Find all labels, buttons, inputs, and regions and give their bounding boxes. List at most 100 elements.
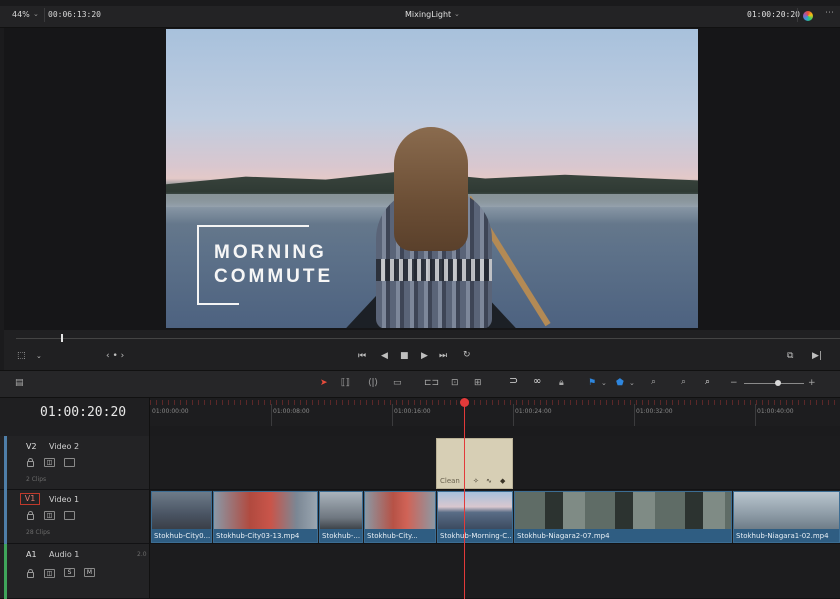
ruler-marks xyxy=(150,400,840,405)
flag-icon[interactable]: ⚑ xyxy=(588,378,596,388)
video-clip[interactable]: Stokhub-City... xyxy=(364,491,436,543)
selection-tool-icon[interactable]: ➤ xyxy=(320,378,328,388)
scrubber-handle[interactable] xyxy=(61,334,63,342)
speed-icon: ∿ xyxy=(486,477,492,485)
video-clip[interactable]: Stokhub-... xyxy=(319,491,363,543)
keyframe-icon: ◆ xyxy=(500,477,506,485)
lock-icon[interactable]: 🔒︎ xyxy=(559,378,564,388)
more-options-icon[interactable]: ⋯ xyxy=(825,8,834,18)
video-clip[interactable]: Stokhub-Niagara2-07.mp4 xyxy=(514,491,732,543)
lock-icon[interactable] xyxy=(27,511,34,520)
clip-label: Stokhub-City0... xyxy=(154,532,211,540)
chevron-down-icon[interactable]: ⌄ xyxy=(629,378,635,388)
zoom-detail-icon[interactable]: ⌕ xyxy=(681,377,686,387)
snapping-icon[interactable]: ⊃ xyxy=(509,375,518,386)
track-name-v2[interactable]: Video 2 xyxy=(49,442,79,451)
ruler-gridline xyxy=(755,404,756,426)
video-clip[interactable]: Stokhub-Morning-C... xyxy=(437,491,513,543)
layout-icon[interactable]: ▤ xyxy=(15,378,24,388)
title-clip[interactable]: Clean ✧ ∿ ◆ xyxy=(436,438,513,489)
clip-thumbnail xyxy=(515,492,731,529)
trim-tool-icon[interactable]: ⟦⟧ xyxy=(341,378,350,388)
overwrite-clip-icon[interactable]: ⊡ xyxy=(451,378,459,388)
title-frame-left xyxy=(197,225,203,305)
zoom-level[interactable]: 44% xyxy=(12,10,30,19)
zoom-full-icon[interactable]: ⌕ xyxy=(651,377,656,387)
next-frame-icon[interactable]: ▶| xyxy=(812,351,822,361)
link-icon[interactable]: ∞ xyxy=(533,377,541,387)
video-clip[interactable]: Stokhub-Niagara1-02.mp4 xyxy=(733,491,840,543)
match-frame-icon[interactable]: ⧉ xyxy=(787,351,793,361)
project-name[interactable]: MixingLight xyxy=(405,10,451,19)
stop-icon[interactable]: ■ xyxy=(400,351,409,361)
clip-nav-icon[interactable]: ‹ • › xyxy=(106,351,124,361)
track-area-a1[interactable] xyxy=(150,544,840,599)
window-title-strip xyxy=(0,0,840,6)
scrubber-track[interactable] xyxy=(16,338,840,339)
title-text-line2: COMMUTE xyxy=(214,266,334,287)
chevron-down-icon[interactable]: ⌄ xyxy=(36,351,42,361)
zoom-custom-icon[interactable]: ⌕ xyxy=(705,377,710,387)
clip-label: Stokhub-... xyxy=(322,532,361,540)
track-visibility-icon[interactable] xyxy=(64,511,75,520)
chevron-down-icon[interactable]: ⌄ xyxy=(33,10,39,18)
track-id-v2: V2 xyxy=(26,442,37,451)
auto-select-icon[interactable]: ◫ xyxy=(44,569,55,578)
transport-bar xyxy=(4,330,840,370)
track-visibility-icon[interactable] xyxy=(64,458,75,467)
chevron-down-icon[interactable]: ⌄ xyxy=(601,378,607,388)
zoom-slider-track[interactable] xyxy=(744,383,804,384)
auto-select-icon[interactable]: ◫ xyxy=(44,458,55,467)
ruler-gridline xyxy=(513,404,514,426)
zoom-in-icon[interactable]: + xyxy=(808,378,816,388)
chevron-down-icon[interactable]: ⌄ xyxy=(454,10,460,18)
ruler-tick-label: 01:00:24:00 xyxy=(515,408,552,415)
playhead-handle[interactable] xyxy=(460,398,469,407)
track-id-a1: A1 xyxy=(26,550,37,559)
clip-thumbnail xyxy=(365,492,435,529)
solo-button[interactable]: S xyxy=(64,568,75,577)
video-clip[interactable]: Stokhub-City03-13.mp4 xyxy=(213,491,318,543)
clip-label: Stokhub-City... xyxy=(367,532,418,540)
color-wheel-icon[interactable] xyxy=(803,11,813,21)
lock-icon[interactable] xyxy=(27,569,34,578)
ruler-gridline xyxy=(392,404,393,426)
zoom-out-icon[interactable]: − xyxy=(730,378,738,388)
divider xyxy=(797,8,798,22)
track-color-strip xyxy=(4,544,7,599)
blade-tool-icon[interactable]: ▭ xyxy=(393,378,402,388)
marker-icon[interactable]: ⬟ xyxy=(616,378,624,388)
clip-thumbnail xyxy=(152,492,211,529)
viewer-frame[interactable]: MORNING COMMUTE xyxy=(166,29,698,328)
lock-icon[interactable] xyxy=(27,458,34,467)
replace-clip-icon[interactable]: ⊞ xyxy=(474,378,482,388)
clip-label: Stokhub-Niagara1-02.mp4 xyxy=(736,532,829,540)
clip-label: Clean xyxy=(440,477,460,485)
record-timecode: 01:00:20:20 xyxy=(747,10,800,19)
clip-thumbnail xyxy=(734,492,839,529)
track-id-v1[interactable]: V1 xyxy=(20,493,40,505)
ruler-tick-label: 01:00:00:00 xyxy=(152,408,189,415)
zoom-slider-handle[interactable] xyxy=(775,380,781,386)
title-frame-bottom xyxy=(197,303,239,305)
track-color-strip xyxy=(4,436,7,490)
auto-select-icon[interactable]: ◫ xyxy=(44,511,55,520)
track-name-a1[interactable]: Audio 1 xyxy=(49,550,79,559)
video-clip[interactable]: Stokhub-City0... xyxy=(151,491,212,543)
skip-back-icon[interactable]: ⏮ xyxy=(358,351,366,361)
loop-icon[interactable]: ↻ xyxy=(463,350,471,360)
dynamic-trim-icon[interactable]: ⟨|⟩ xyxy=(368,378,378,388)
source-timecode: 00:06:13:20 xyxy=(48,10,101,19)
skip-forward-icon[interactable]: ⏭ xyxy=(439,351,447,361)
mute-button[interactable]: M xyxy=(84,568,95,577)
ruler-gridline xyxy=(634,404,635,426)
fx-icon: ✧ xyxy=(473,477,479,485)
play-icon[interactable]: ▶ xyxy=(421,351,428,361)
insert-clip-icon[interactable]: ⊏⊐ xyxy=(424,378,439,388)
ruler-tick-label: 01:00:32:00 xyxy=(636,408,673,415)
timeline-timecode[interactable]: 01:00:20:20 xyxy=(40,405,126,420)
playhead-line[interactable] xyxy=(464,404,465,599)
step-back-icon[interactable]: ◀ xyxy=(381,351,388,361)
track-name-v1[interactable]: Video 1 xyxy=(49,495,79,504)
viewer-mode-icon[interactable]: ⬚ xyxy=(17,351,26,361)
